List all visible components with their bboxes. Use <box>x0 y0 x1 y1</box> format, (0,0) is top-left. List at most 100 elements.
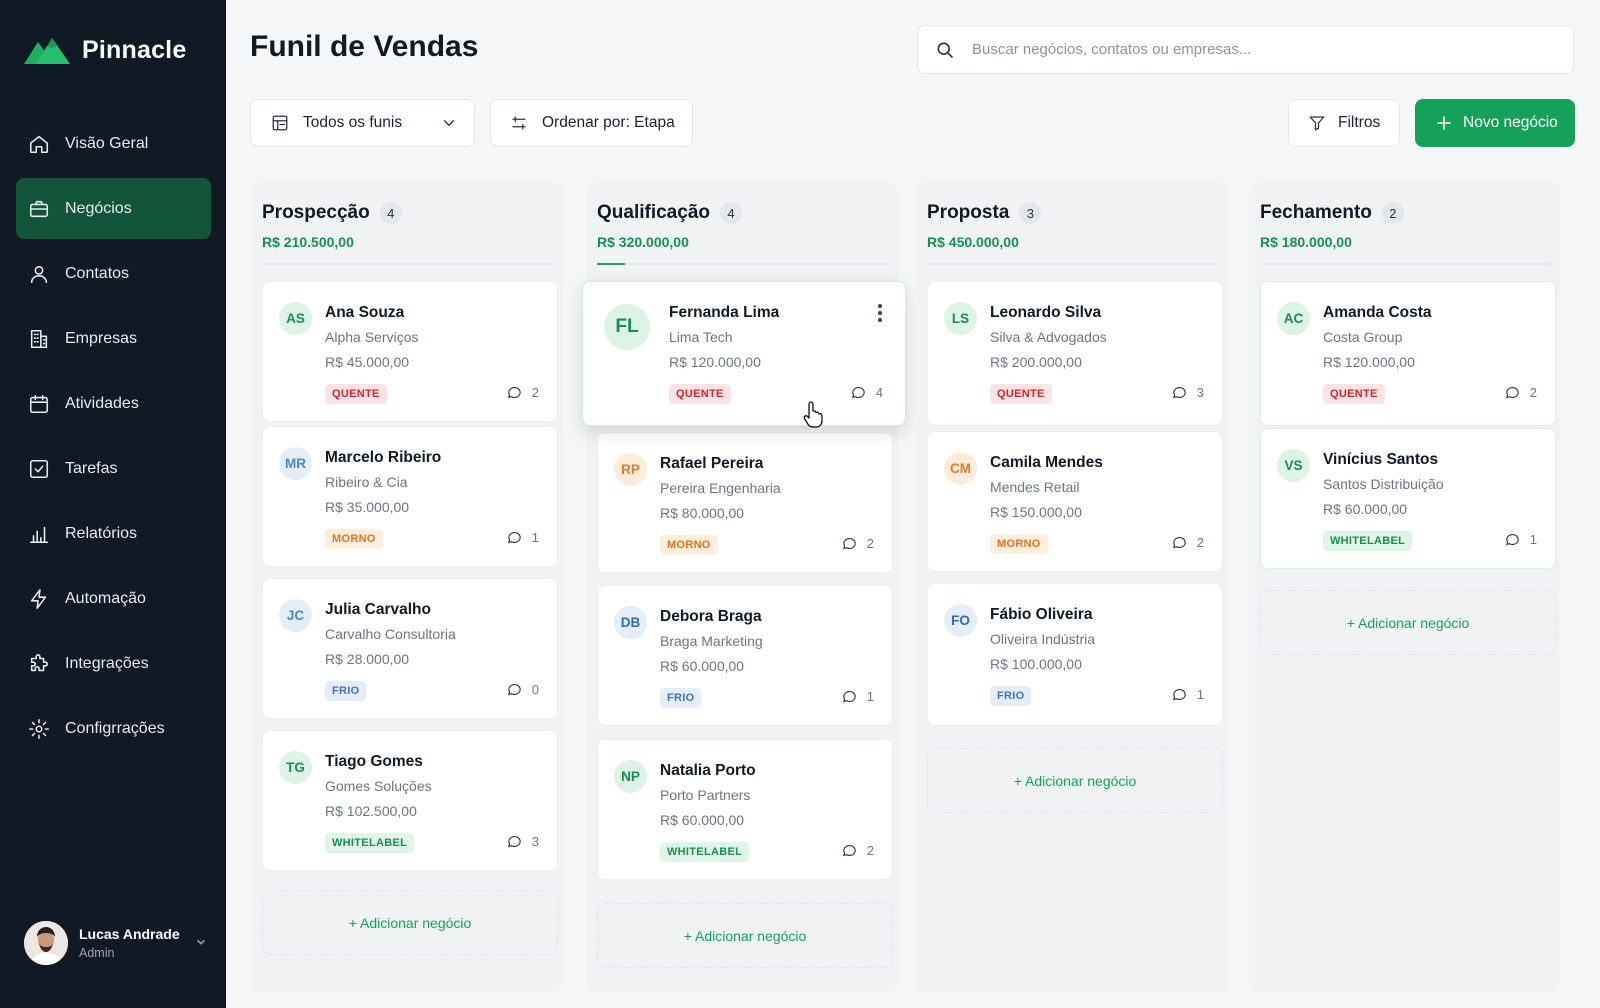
nav-item-negocios[interactable]: Negócios <box>16 178 211 239</box>
deal-contact-name: Amanda Costa <box>1323 304 1432 321</box>
deal-contact-name: Fábio Oliveira <box>990 606 1093 623</box>
sort-icon <box>512 116 526 130</box>
chevron-down-icon <box>443 120 455 126</box>
nav-label: Integrações <box>65 654 149 672</box>
column-title: Qualificação <box>597 202 710 223</box>
comments-count[interactable]: 1 <box>841 688 874 705</box>
deal-company: Silva & Advogados <box>990 329 1107 345</box>
column-count-badge: 2 <box>1381 202 1404 224</box>
add-deal-button[interactable]: + Adicionar negócio <box>597 903 893 968</box>
add-deal-button[interactable]: + Adicionar negócio <box>262 890 558 955</box>
funnel-select[interactable]: Todos os funis <box>250 99 475 147</box>
comments-count[interactable]: 2 <box>1171 534 1204 551</box>
comments-count[interactable]: 2 <box>841 842 874 859</box>
lightning-icon <box>27 587 51 611</box>
deal-contact-name: Marcelo Ribeiro <box>325 449 442 466</box>
comments-number: 1 <box>866 689 874 704</box>
column-header: Prospecção 4 <box>262 202 402 224</box>
deal-card[interactable]: LS Leonardo Silva Silva & Advogados R$ 2… <box>927 281 1223 426</box>
nav-item-atividades[interactable]: Atividades <box>16 373 211 434</box>
nav-item-integracoes[interactable]: Integrações <box>16 633 211 694</box>
deal-contact-name: Julia Carvalho <box>325 601 431 618</box>
column-qualificacao: Qualificação 4 R$ 320.000,00 RP Rafael P… <box>582 182 906 992</box>
status-badge: QUENTE <box>990 384 1052 404</box>
logo[interactable]: Pinnacle <box>24 34 186 66</box>
comments-number: 2 <box>866 843 874 858</box>
chevron-down-icon <box>194 935 210 951</box>
comments-count[interactable]: 3 <box>1171 384 1204 401</box>
comments-count[interactable]: 0 <box>506 681 539 698</box>
deal-value: R$ 28.000,00 <box>325 651 410 667</box>
deal-card[interactable]: TG Tiago Gomes Gomes Soluções R$ 102.500… <box>262 730 558 871</box>
new-deal-button[interactable]: Novo negócio <box>1415 99 1575 147</box>
filters-button[interactable]: Filtros <box>1288 99 1400 147</box>
column-count-badge: 4 <box>720 202 742 224</box>
deal-card[interactable]: CM Camila Mendes Mendes Retail R$ 150.00… <box>927 431 1223 572</box>
column-total: R$ 450.000,00 <box>927 234 1019 250</box>
deal-company: Carvalho Consultoria <box>325 626 456 642</box>
deal-card[interactable]: AC Amanda Costa Costa Group R$ 120.000,0… <box>1260 281 1556 426</box>
nav-label: Tarefas <box>65 459 118 477</box>
deal-card-dragging[interactable]: FL Fernanda Lima Lima Tech R$ 120.000,00… <box>582 281 906 426</box>
deal-company: Costa Group <box>1323 329 1403 345</box>
comments-count[interactable]: 3 <box>506 833 539 850</box>
deal-card[interactable]: FO Fábio Oliveira Oliveira Indústria R$ … <box>927 583 1223 726</box>
deal-card[interactable]: RP Rafael Pereira Pereira Engenharia R$ … <box>597 432 893 573</box>
deal-card[interactable]: JC Julia Carvalho Carvalho Consultoria R… <box>262 578 558 719</box>
comment-icon <box>842 691 856 703</box>
avatar: JC <box>279 599 312 632</box>
deal-card[interactable]: VS Vinícius Santos Santos Distribuição R… <box>1260 428 1556 569</box>
status-badge: MORNO <box>990 534 1048 554</box>
add-deal-button[interactable]: + Adicionar negócio <box>927 748 1223 813</box>
comment-icon <box>1505 387 1519 399</box>
comments-count[interactable]: 2 <box>841 535 874 552</box>
search-input[interactable] <box>972 41 1532 58</box>
deal-company: Pereira Engenharia <box>660 480 781 496</box>
deal-value: R$ 200.000,00 <box>990 354 1082 370</box>
deal-value: R$ 80.000,00 <box>660 505 745 521</box>
nav-item-automacao[interactable]: Automação <box>16 568 211 629</box>
user-menu[interactable]: Lucas Andrade Admin <box>24 920 210 966</box>
deal-value: R$ 35.000,00 <box>325 499 410 515</box>
avatar: AC <box>1277 302 1310 335</box>
nav-item-configuracoes[interactable]: Configrrações <box>16 698 211 759</box>
comments-count[interactable]: 2 <box>1504 384 1537 401</box>
avatar: FO <box>944 604 977 637</box>
nav-label: Automação <box>65 589 146 607</box>
avatar: CM <box>944 452 977 485</box>
column-count-badge: 4 <box>379 202 402 224</box>
comments-count[interactable]: 2 <box>506 384 539 401</box>
add-deal-button[interactable]: + Adicionar negócio <box>1260 590 1556 655</box>
nav-item-relatorios[interactable]: Relatórios <box>16 503 211 564</box>
nav-item-tarefas[interactable]: Tarefas <box>16 438 211 499</box>
deal-card[interactable]: NP Natalia Porto Porto Partners R$ 60.00… <box>597 739 893 880</box>
comment-icon <box>1172 537 1186 549</box>
deal-card[interactable]: MR Marcelo Ribeiro Ribeiro & Cia R$ 35.0… <box>262 426 558 567</box>
deal-card[interactable]: DB Debora Braga Braga Marketing R$ 60.00… <box>597 585 893 726</box>
app-name: Pinnacle <box>82 35 187 64</box>
comment-icon <box>1172 387 1186 399</box>
status-badge: QUENTE <box>325 384 387 404</box>
user-info: Lucas Andrade Admin <box>79 926 180 960</box>
nav-label: Empresas <box>65 329 138 347</box>
comments-count[interactable]: 1 <box>506 529 539 546</box>
nav-item-contatos[interactable]: Contatos <box>16 243 211 304</box>
home-icon <box>27 132 51 156</box>
nav-label: Configrrações <box>65 719 165 737</box>
comments-count[interactable]: 1 <box>1504 531 1537 548</box>
comment-icon <box>842 538 856 550</box>
deal-value: R$ 100.000,00 <box>990 656 1082 672</box>
more-options-icon[interactable] <box>877 304 883 322</box>
avatar: VS <box>1277 449 1310 482</box>
nav-label: Relatórios <box>65 524 138 542</box>
comments-count[interactable]: 4 <box>850 384 883 401</box>
comments-count[interactable]: 1 <box>1171 686 1204 703</box>
deal-card[interactable]: AS Ana Souza Alpha Serviços R$ 45.000,00… <box>262 281 558 422</box>
sort-button[interactable]: Ordenar por: Etapa <box>490 99 693 147</box>
nav-item-visao-geral[interactable]: Visão Geral <box>16 113 211 174</box>
deal-value: R$ 60.000,00 <box>660 658 745 674</box>
comment-icon <box>851 387 865 399</box>
nav-item-empresas[interactable]: Empresas <box>16 308 211 369</box>
nav-label: Contatos <box>65 264 130 282</box>
search-bar[interactable] <box>917 25 1574 74</box>
